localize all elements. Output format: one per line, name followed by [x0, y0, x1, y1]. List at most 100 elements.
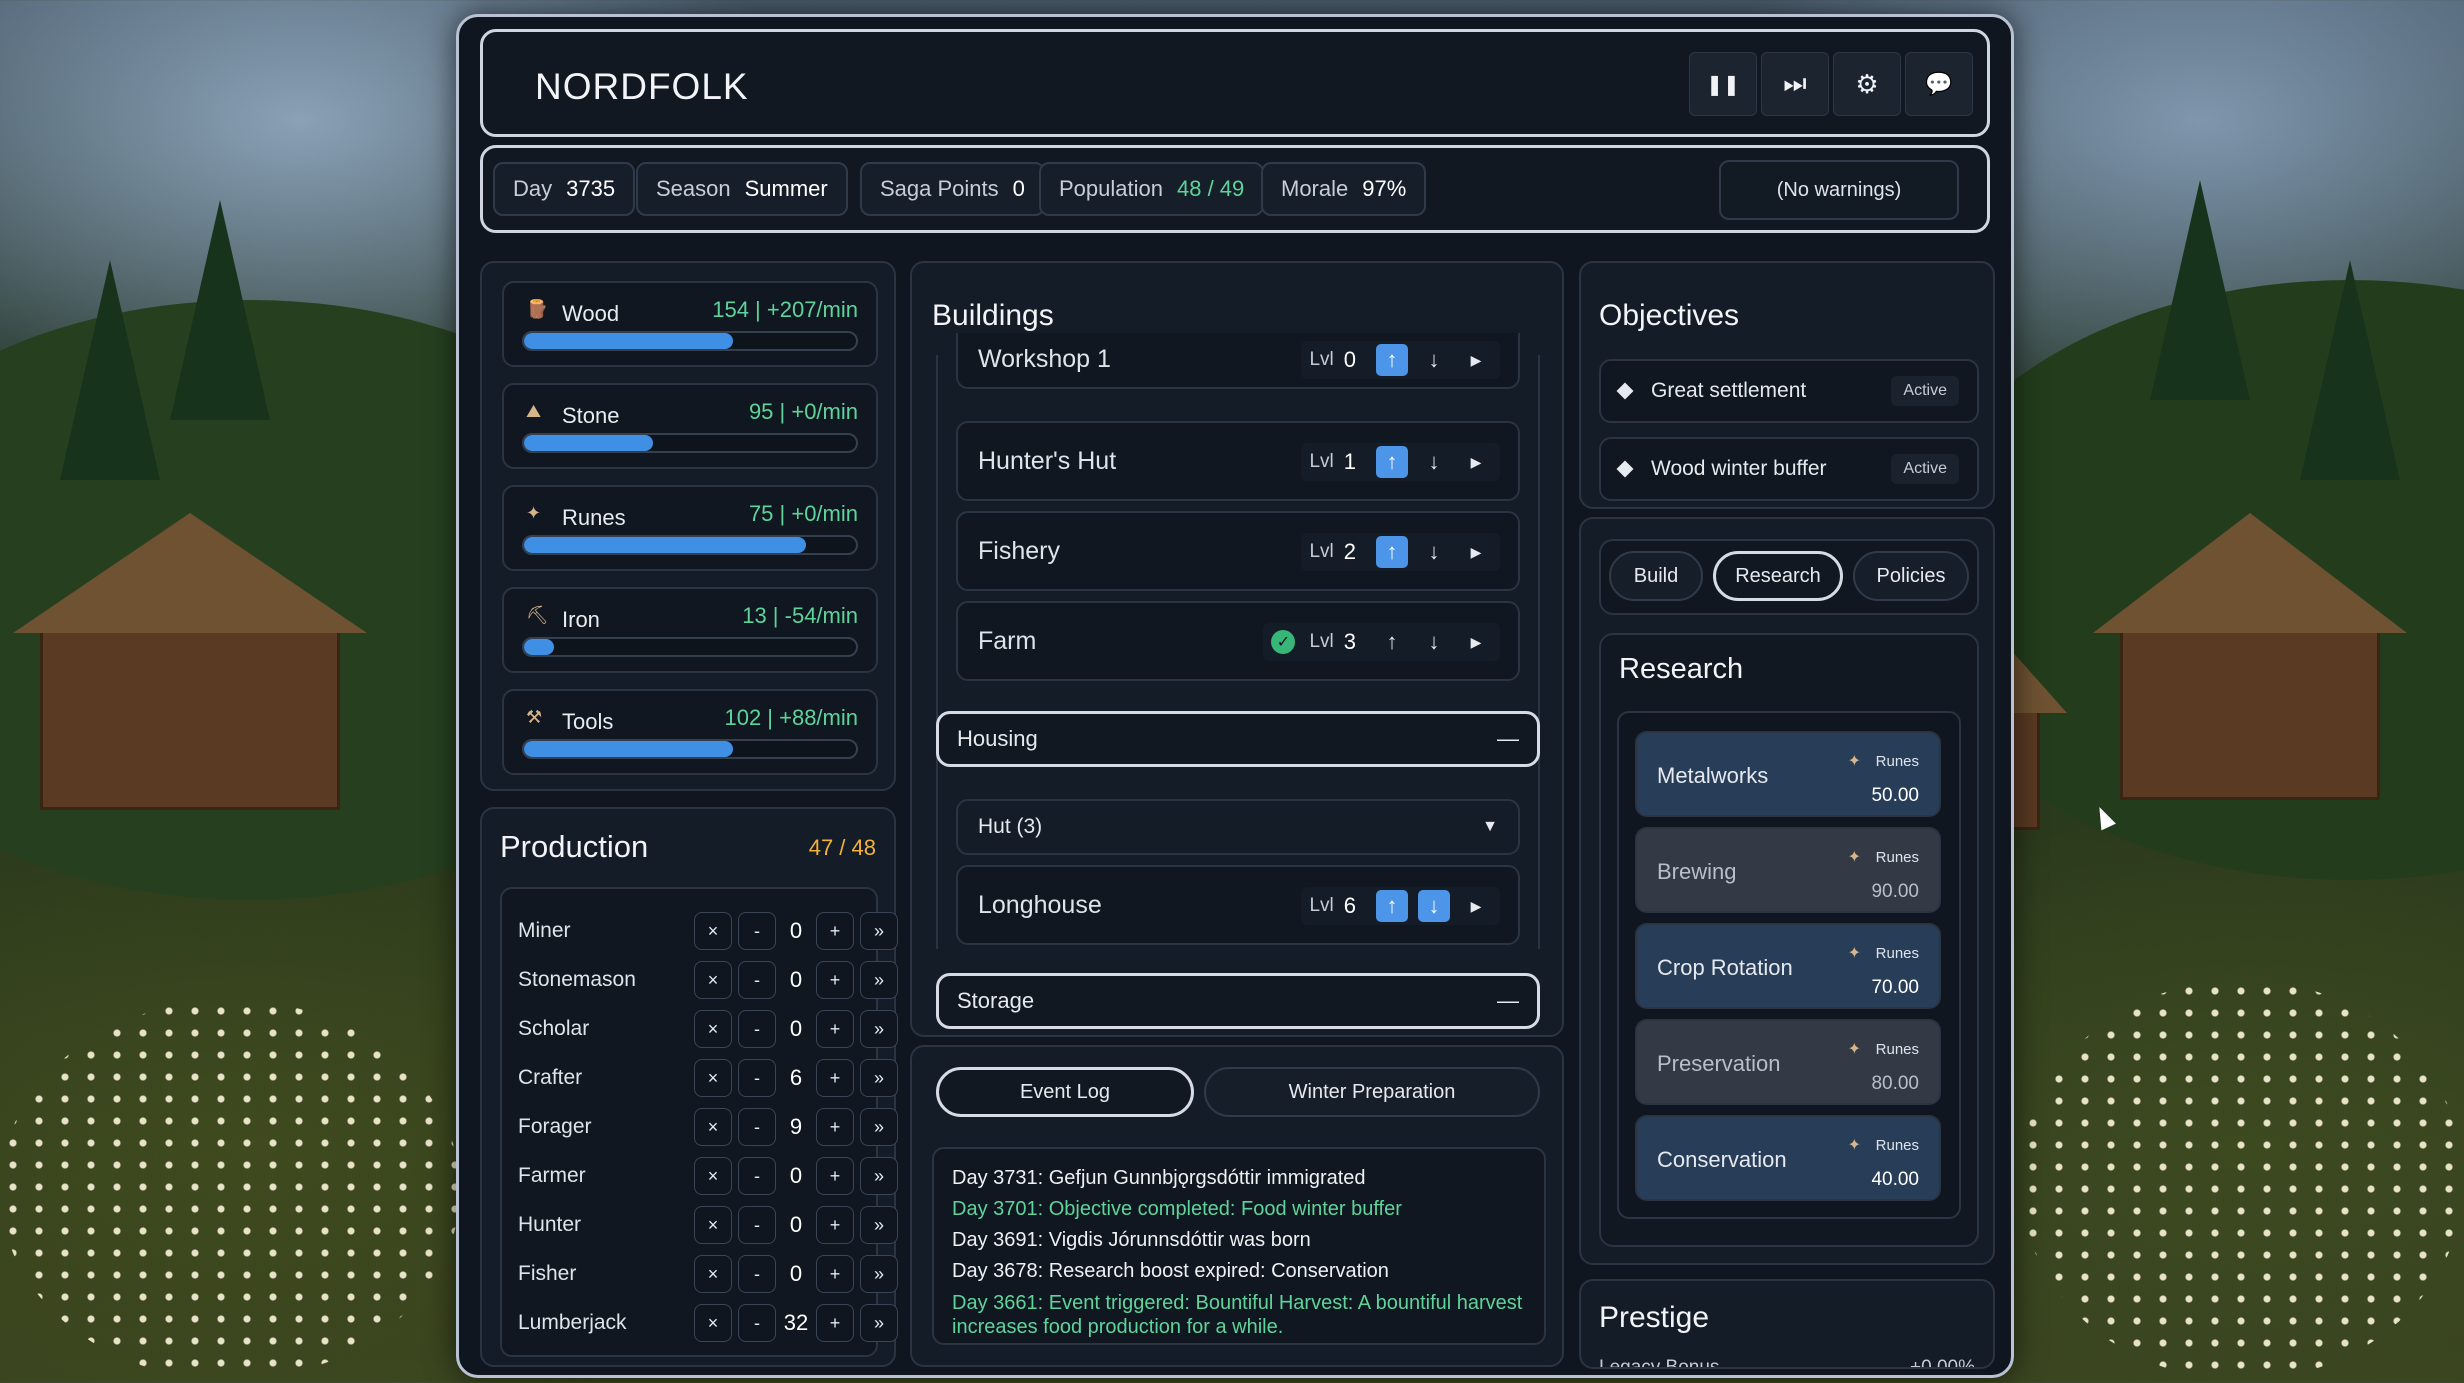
- tab-event-log[interactable]: Event Log: [936, 1067, 1194, 1117]
- increase-button[interactable]: +: [816, 961, 854, 999]
- tab-research[interactable]: Research: [1713, 551, 1843, 601]
- decrease-button[interactable]: -: [738, 1108, 776, 1146]
- decrease-button[interactable]: -: [738, 912, 776, 950]
- hut-select[interactable]: Hut (3) ▼: [956, 799, 1520, 855]
- production-row: Scholar × -0 +»: [518, 1007, 898, 1051]
- details-button[interactable]: ▶: [1460, 890, 1492, 922]
- max-button[interactable]: »: [860, 912, 898, 950]
- decrease-button[interactable]: -: [738, 1255, 776, 1293]
- max-button[interactable]: »: [860, 1059, 898, 1097]
- level-label: Lvl: [1309, 541, 1334, 562]
- clear-button[interactable]: ×: [694, 1010, 732, 1048]
- max-button[interactable]: »: [860, 961, 898, 999]
- production-count: 47 / 48: [808, 835, 876, 860]
- research-name: Conservation: [1657, 1147, 1787, 1172]
- tab-policies[interactable]: Policies: [1853, 551, 1969, 601]
- downgrade-button[interactable]: ↓: [1418, 344, 1450, 376]
- details-button[interactable]: ▶: [1460, 446, 1492, 478]
- settings-button[interactable]: ⚙: [1833, 52, 1901, 116]
- increase-button[interactable]: +: [816, 1108, 854, 1146]
- cost-label: Runes: [1875, 945, 1919, 962]
- research-brewing[interactable]: Brewing ✦ Runes 90.00: [1635, 827, 1941, 913]
- research-crop-rotation[interactable]: Crop Rotation ✦ Runes 70.00: [1635, 923, 1941, 1009]
- max-button[interactable]: »: [860, 1304, 898, 1342]
- clear-button[interactable]: ×: [694, 912, 732, 950]
- tab-build[interactable]: Build: [1609, 551, 1703, 601]
- upgrade-button[interactable]: ↑: [1376, 890, 1408, 922]
- increase-button[interactable]: +: [816, 1010, 854, 1048]
- downgrade-button[interactable]: ↓: [1418, 536, 1450, 568]
- job-controls: × -0 +»: [694, 1206, 898, 1244]
- tab-winter-preparation[interactable]: Winter Preparation: [1204, 1067, 1540, 1117]
- housing-section-header[interactable]: Housing —: [936, 711, 1540, 767]
- production-panel: Production 47 / 48 Miner × -0 +» Stonemason ×…: [480, 807, 898, 1367]
- details-button[interactable]: ▶: [1460, 344, 1492, 376]
- clear-button[interactable]: ×: [694, 1206, 732, 1244]
- research-metalworks[interactable]: Metalworks ✦ Runes 50.00: [1635, 731, 1941, 817]
- research-preservation[interactable]: Preservation ✦ Runes 80.00: [1635, 1019, 1941, 1105]
- decrease-button[interactable]: -: [738, 1304, 776, 1342]
- upgrade-button[interactable]: ↑: [1376, 446, 1408, 478]
- increase-button[interactable]: +: [816, 1206, 854, 1244]
- increase-button[interactable]: +: [816, 1157, 854, 1195]
- job-label: Fisher: [518, 1262, 577, 1285]
- increase-button[interactable]: +: [816, 1255, 854, 1293]
- building-hunters-hut: Hunter's Hut Lvl 1 ↑ ↓ ▶: [956, 421, 1520, 501]
- resource-bar-fill: [524, 333, 734, 349]
- max-button[interactable]: »: [860, 1108, 898, 1146]
- rune-icon: ✦: [1847, 945, 1861, 962]
- level-label: Lvl: [1309, 895, 1334, 916]
- clear-button[interactable]: ×: [694, 1059, 732, 1097]
- clear-button[interactable]: ×: [694, 1108, 732, 1146]
- rune-icon: ✦: [1847, 1137, 1861, 1154]
- research-name: Brewing: [1657, 859, 1737, 884]
- max-button[interactable]: »: [860, 1010, 898, 1048]
- clear-button[interactable]: ×: [694, 1157, 732, 1195]
- decrease-button[interactable]: -: [738, 1206, 776, 1244]
- increase-button[interactable]: +: [816, 912, 854, 950]
- warnings-box[interactable]: (No warnings): [1719, 160, 1959, 220]
- prestige-title: Prestige: [1599, 1301, 1710, 1334]
- event-entry: Day 3691: Vigdis Jórunnsdóttir was born: [952, 1229, 1311, 1251]
- building-longhouse: Longhouse Lvl 6 ↑ ↓ ▶: [956, 865, 1520, 945]
- max-button[interactable]: »: [860, 1255, 898, 1293]
- housing-label: Housing: [957, 726, 1038, 751]
- downgrade-button[interactable]: ↓: [1418, 626, 1450, 658]
- research-name: Crop Rotation: [1657, 955, 1793, 980]
- resource-name: Stone: [562, 403, 620, 428]
- increase-button[interactable]: +: [816, 1304, 854, 1342]
- objective-item[interactable]: Great settlement Active: [1599, 359, 1979, 423]
- building-name: Workshop 1: [978, 345, 1111, 373]
- increase-button[interactable]: +: [816, 1059, 854, 1097]
- pause-button[interactable]: ❚❚: [1689, 52, 1757, 116]
- fast-forward-button[interactable]: ⏭: [1761, 52, 1829, 116]
- season-chip: Season Summer: [636, 162, 848, 216]
- objective-item[interactable]: Wood winter buffer Active: [1599, 437, 1979, 501]
- max-button[interactable]: »: [860, 1206, 898, 1244]
- clear-button[interactable]: ×: [694, 1304, 732, 1342]
- chat-button[interactable]: 💬: [1905, 52, 1973, 116]
- upgrade-button[interactable]: ↑: [1376, 344, 1408, 376]
- upgrade-button[interactable]: ↑: [1376, 626, 1408, 658]
- max-button[interactable]: »: [860, 1157, 898, 1195]
- event-log-list[interactable]: Day 3731: Gefjun Gunnbjǫrgsdóttir immigr…: [932, 1147, 1546, 1345]
- resource-name: Wood: [562, 301, 620, 326]
- details-button[interactable]: ▶: [1460, 536, 1492, 568]
- downgrade-button[interactable]: ↓: [1418, 890, 1450, 922]
- upgrade-button[interactable]: ↑: [1376, 536, 1408, 568]
- production-title: Production: [500, 829, 649, 864]
- clear-button[interactable]: ×: [694, 1255, 732, 1293]
- decrease-button[interactable]: -: [738, 1157, 776, 1195]
- clear-button[interactable]: ×: [694, 961, 732, 999]
- storage-section-header[interactable]: Storage —: [936, 973, 1540, 1029]
- saga-points-chip: Saga Points 0: [860, 162, 1045, 216]
- downgrade-button[interactable]: ↓: [1418, 446, 1450, 478]
- decrease-button[interactable]: -: [738, 961, 776, 999]
- decrease-button[interactable]: -: [738, 1059, 776, 1097]
- research-conservation[interactable]: Conservation ✦ Runes 40.00: [1635, 1115, 1941, 1201]
- stone-icon: ⛰: [526, 401, 542, 421]
- day-value: 3735: [566, 176, 616, 201]
- decrease-button[interactable]: -: [738, 1010, 776, 1048]
- details-button[interactable]: ▶: [1460, 626, 1492, 658]
- job-label: Lumberjack: [518, 1311, 627, 1334]
